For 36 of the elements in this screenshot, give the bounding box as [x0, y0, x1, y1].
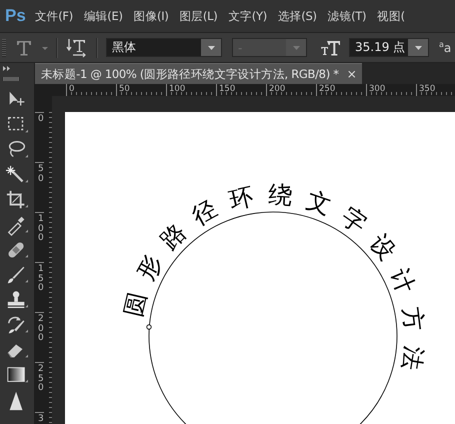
curved-text-character: 环 [226, 182, 256, 215]
menu-item[interactable]: 图像(I) [134, 8, 169, 24]
menu-item[interactable]: 滤镜(T) [328, 8, 366, 24]
antialias-label[interactable]: $^{a}$a [439, 40, 452, 55]
curved-text-character: 方 [398, 305, 428, 332]
ruler-label: 200 [35, 312, 44, 362]
menu-item[interactable]: 选择(S) [278, 8, 317, 24]
ruler-label: 150 [35, 262, 44, 312]
menu-item[interactable]: 视图( [377, 8, 405, 24]
curved-text-character: 计 [385, 264, 420, 298]
app-logo: Ps [4, 6, 27, 26]
ruler-label: 0 [35, 112, 44, 162]
ruler-label: 300 [366, 84, 416, 96]
menu-item[interactable]: 编辑(E) [84, 8, 123, 24]
ruler-label: 50 [35, 162, 44, 212]
curved-text-character: 圆 [119, 289, 152, 320]
ruler-label: 200 [266, 84, 316, 96]
ruler-label: 150 [216, 84, 266, 96]
ruler-label: 250 [316, 84, 366, 96]
ruler-label: 50 [116, 84, 166, 96]
ruler-label: 250 [35, 362, 44, 412]
ruler-label: 350 [416, 84, 455, 96]
ruler-label: 3 [35, 412, 44, 424]
font-size-dropdown[interactable]: 35.19 点 [349, 38, 429, 57]
menu-item[interactable]: 文字(Y) [228, 8, 267, 24]
curved-text-character: 文 [303, 186, 335, 220]
ruler-label: 100 [166, 84, 216, 96]
ruler-label: 100 [35, 212, 44, 262]
font-family-dropdown[interactable]: 黑体 [106, 38, 222, 57]
ruler-label: 0 [66, 84, 116, 96]
document-tab[interactable]: 未标题-1 @ 100% (圆形路径环绕文字设计方法, RGB/8) * × [35, 63, 362, 84]
curved-text-character: 法 [396, 344, 428, 372]
menu-item[interactable]: 文件(F) [34, 8, 73, 24]
curved-text-character: 绕 [268, 180, 294, 210]
menu-item[interactable]: 图层(L) [180, 8, 218, 24]
close-button[interactable]: × [346, 67, 356, 81]
